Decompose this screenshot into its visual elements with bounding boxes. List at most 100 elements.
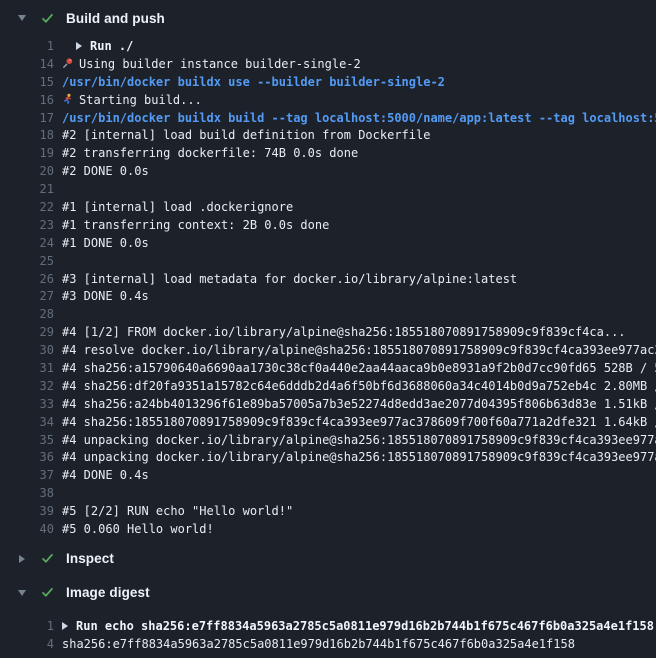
log-text: #3 DONE 0.4s xyxy=(62,289,149,303)
log-line: 39 #5 [2/2] RUN echo "Hello world!" xyxy=(0,503,656,521)
log-line-text: #2 transferring dockerfile: 74B 0.0s don… xyxy=(62,145,656,163)
section-header[interactable]: Inspect xyxy=(0,545,656,573)
line-number[interactable]: 27 xyxy=(0,288,54,306)
log-line-text: Starting build... xyxy=(62,92,656,110)
line-number[interactable]: 1 xyxy=(0,38,54,56)
check-success-icon xyxy=(41,12,54,25)
log-line: 34 #4 sha256:185518070891758909c9f839cf4… xyxy=(0,414,656,432)
log-line: 27 #3 DONE 0.4s xyxy=(0,288,656,306)
log-line-text: Run echo sha256:e7ff8834a5963a2785c5a081… xyxy=(62,618,656,636)
expand-line-arrow-icon[interactable] xyxy=(62,622,68,630)
log-line: 35 #4 unpacking docker.io/library/alpine… xyxy=(0,432,656,450)
log-line-text: Using builder instance builder-single-2 xyxy=(62,56,656,74)
expand-line-arrow-icon[interactable] xyxy=(76,42,82,50)
log-line: 25 xyxy=(0,253,656,271)
log-line: 22 #1 [internal] load .dockerignore xyxy=(0,199,656,217)
log-line-text: #4 sha256:df20fa9351a15782c64e6dddb2d4a6… xyxy=(62,378,656,396)
log-line-text: #3 [internal] load metadata for docker.i… xyxy=(62,271,656,289)
command-text: /usr/bin/docker buildx use --builder bui… xyxy=(62,75,445,89)
line-number[interactable]: 17 xyxy=(0,110,54,128)
line-number[interactable]: 15 xyxy=(0,74,54,92)
section-lines: 1 Run ./ 14 Using builder instance build… xyxy=(0,38,656,539)
line-number[interactable]: 20 xyxy=(0,163,54,181)
log-text: #3 [internal] load metadata for docker.i… xyxy=(62,272,517,286)
section-chevron-icon[interactable] xyxy=(16,555,28,563)
line-number[interactable]: 4 xyxy=(0,636,54,654)
log-section-build-and-push: Build and push 1 Run ./ 14 Using builder… xyxy=(0,4,656,539)
line-number[interactable]: 33 xyxy=(0,396,54,414)
log-line-text: #4 sha256:185518070891758909c9f839cf4ca3… xyxy=(62,414,656,432)
line-number[interactable]: 19 xyxy=(0,145,54,163)
line-number[interactable]: 26 xyxy=(0,271,54,289)
log-line-text: #4 DONE 0.4s xyxy=(62,467,656,485)
log-line: 30 #4 resolve docker.io/library/alpine@s… xyxy=(0,342,656,360)
log-line: 40 #5 0.060 Hello world! xyxy=(0,521,656,539)
section-title: Inspect xyxy=(66,551,114,566)
section-title: Image digest xyxy=(66,585,150,600)
line-number[interactable]: 36 xyxy=(0,449,54,467)
log-line-text: #5 [2/2] RUN echo "Hello world!" xyxy=(62,503,656,521)
line-number[interactable]: 24 xyxy=(0,235,54,253)
log-line-text: /usr/bin/docker buildx use --builder bui… xyxy=(62,74,656,92)
line-number[interactable]: 34 xyxy=(0,414,54,432)
log-line: 37 #4 DONE 0.4s xyxy=(0,467,656,485)
log-text: #1 transferring context: 2B 0.0s done xyxy=(62,218,329,232)
log-text: #5 0.060 Hello world! xyxy=(62,522,214,536)
log-line-text: #4 [1/2] FROM docker.io/library/alpine@s… xyxy=(62,324,656,342)
log-line: 15 /usr/bin/docker buildx use --builder … xyxy=(0,74,656,92)
line-number[interactable]: 38 xyxy=(0,485,54,503)
check-success-icon xyxy=(41,552,54,565)
line-number[interactable]: 29 xyxy=(0,324,54,342)
section-header[interactable]: Image digest xyxy=(0,579,656,607)
log-text: #4 sha256:a15790640a6690aa1730c38cf0a440… xyxy=(62,361,656,375)
workflow-log: Build and push 1 Run ./ 14 Using builder… xyxy=(0,4,656,654)
log-line-text: Run ./ xyxy=(62,38,656,56)
log-line: 19 #2 transferring dockerfile: 74B 0.0s … xyxy=(0,145,656,163)
section-chevron-icon[interactable] xyxy=(16,15,28,21)
log-text: sha256:e7ff8834a5963a2785c5a0811e979d16b… xyxy=(62,637,575,651)
line-number[interactable]: 14 xyxy=(0,56,54,74)
log-line-text: #1 [internal] load .dockerignore xyxy=(62,199,656,217)
log-line-text: #4 sha256:a15790640a6690aa1730c38cf0a440… xyxy=(62,360,656,378)
log-line: 18 #2 [internal] load build definition f… xyxy=(0,127,656,145)
line-number[interactable]: 1 xyxy=(0,618,54,636)
section-lines: 1 Run echo sha256:e7ff8834a5963a2785c5a0… xyxy=(0,618,656,654)
log-text: #5 [2/2] RUN echo "Hello world!" xyxy=(62,504,293,518)
log-line-text: #4 resolve docker.io/library/alpine@sha2… xyxy=(62,342,656,360)
log-text: #1 DONE 0.0s xyxy=(62,236,149,250)
log-text: #2 DONE 0.0s xyxy=(62,164,149,178)
line-number[interactable]: 18 xyxy=(0,127,54,145)
line-number[interactable]: 39 xyxy=(0,503,54,521)
line-number[interactable]: 16 xyxy=(0,92,54,110)
log-line-text: #5 0.060 Hello world! xyxy=(62,521,656,539)
line-number[interactable]: 21 xyxy=(0,181,54,199)
log-text: #1 [internal] load .dockerignore xyxy=(62,200,293,214)
line-number[interactable]: 40 xyxy=(0,521,54,539)
log-line-text: sha256:e7ff8834a5963a2785c5a0811e979d16b… xyxy=(62,636,656,654)
log-line: 31 #4 sha256:a15790640a6690aa1730c38cf0a… xyxy=(0,360,656,378)
log-text: #4 [1/2] FROM docker.io/library/alpine@s… xyxy=(62,325,626,339)
line-number[interactable]: 35 xyxy=(0,432,54,450)
line-number[interactable]: 37 xyxy=(0,467,54,485)
section-chevron-icon[interactable] xyxy=(16,590,28,596)
line-number[interactable]: 30 xyxy=(0,342,54,360)
line-number[interactable]: 32 xyxy=(0,378,54,396)
log-text: Using builder instance builder-single-2 xyxy=(79,57,361,71)
log-line-text xyxy=(62,181,656,199)
log-line-text: #2 DONE 0.0s xyxy=(62,163,656,181)
line-number[interactable]: 31 xyxy=(0,360,54,378)
line-number[interactable]: 28 xyxy=(0,306,54,324)
section-header[interactable]: Build and push xyxy=(0,4,656,32)
line-number[interactable]: 25 xyxy=(0,253,54,271)
log-line: 33 #4 sha256:a24bb4013296f61e89ba57005a7… xyxy=(0,396,656,414)
log-line-text: #3 DONE 0.4s xyxy=(62,288,656,306)
log-line: 14 Using builder instance builder-single… xyxy=(0,56,656,74)
log-text: #4 unpacking docker.io/library/alpine@sh… xyxy=(62,433,656,447)
log-text: Starting build... xyxy=(79,93,202,107)
line-number[interactable]: 23 xyxy=(0,217,54,235)
log-section-image-digest: Image digest 1 Run echo sha256:e7ff8834a… xyxy=(0,579,656,654)
log-line: 38 xyxy=(0,485,656,503)
line-number[interactable]: 22 xyxy=(0,199,54,217)
log-line-text: #1 DONE 0.0s xyxy=(62,235,656,253)
log-section-inspect: Inspect xyxy=(0,545,656,573)
